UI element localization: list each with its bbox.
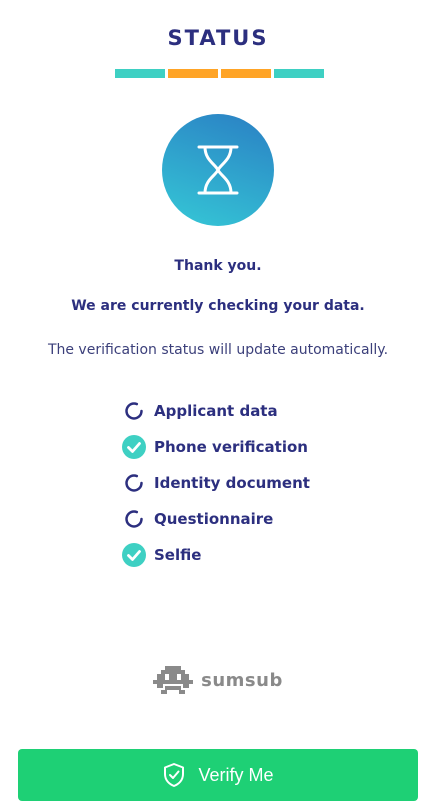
brand-name: sumsub xyxy=(201,669,283,691)
step-phone-verification: Phone verification xyxy=(122,429,310,465)
step-label: Applicant data xyxy=(154,402,278,420)
progress-segment xyxy=(221,69,271,78)
progress-segment xyxy=(115,69,165,78)
spinner-icon xyxy=(122,471,146,495)
sumsub-logo-icon xyxy=(153,666,194,694)
progress-segment xyxy=(274,69,324,78)
step-label: Selfie xyxy=(154,546,202,564)
check-circle-icon xyxy=(122,435,146,459)
progress-bar xyxy=(115,69,324,78)
spinner-icon xyxy=(122,507,146,531)
spinner-icon xyxy=(122,399,146,423)
step-label: Questionnaire xyxy=(154,510,274,528)
status-circle xyxy=(162,114,274,226)
check-circle-icon xyxy=(122,543,146,567)
step-label: Phone verification xyxy=(154,438,308,456)
verify-me-label: Verify Me xyxy=(198,764,274,785)
shield-check-icon xyxy=(162,762,186,788)
step-identity-document: Identity document xyxy=(122,465,310,501)
step-applicant-data: Applicant data xyxy=(122,393,310,429)
step-selfie: Selfie xyxy=(122,537,310,573)
thank-you-text: Thank you. xyxy=(174,258,262,274)
sumsub-logo: sumsub xyxy=(0,664,436,696)
steps-list: Applicant data Phone verification Identi… xyxy=(122,393,310,573)
checking-text: We are currently checking your data. xyxy=(71,298,365,314)
verify-me-button[interactable]: Verify Me xyxy=(18,749,418,801)
step-questionnaire: Questionnaire xyxy=(122,501,310,537)
step-label: Identity document xyxy=(154,474,310,492)
hourglass-icon xyxy=(197,145,239,195)
page-title: STATUS xyxy=(167,26,269,50)
progress-segment xyxy=(168,69,218,78)
auto-update-text: The verification status will update auto… xyxy=(47,342,389,358)
